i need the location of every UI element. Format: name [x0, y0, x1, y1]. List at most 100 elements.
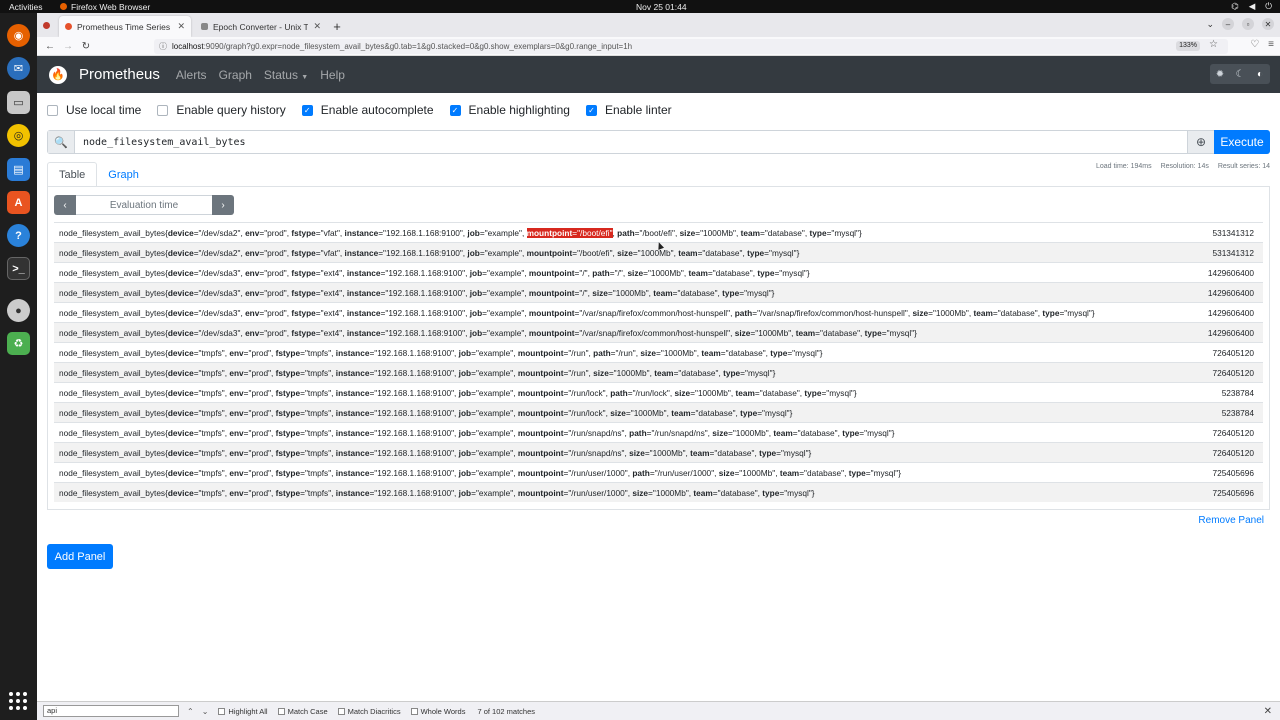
dock-writer-icon[interactable]: ▤: [7, 158, 30, 181]
label-value: 1000Mb: [758, 327, 789, 338]
checkbox[interactable]: [337, 707, 345, 715]
dock-firefox-icon[interactable]: ◉: [7, 24, 30, 47]
label-key: device: [167, 487, 194, 498]
label-pair: instance="192.168.1.168:9100": [335, 427, 455, 438]
highlight-all-option[interactable]: Highlight All: [218, 707, 268, 716]
system-tray[interactable]: ⌬ ◀ ⏻: [1231, 1, 1272, 12]
site-info-icon[interactable]: ⓘ: [159, 41, 167, 52]
option-use-local-time[interactable]: Use local time: [47, 103, 141, 117]
label-value: 192.168.1.168:9100: [388, 307, 463, 318]
label-value: example: [487, 227, 520, 238]
label-key: device: [167, 447, 194, 458]
option-linter[interactable]: ✓ Enable linter: [585, 103, 672, 117]
label-pair: job="example": [469, 267, 525, 278]
label-value: mysql: [787, 487, 809, 498]
tab-epoch-converter[interactable]: Epoch Converter - Unix Ti ✕: [195, 16, 327, 37]
label-key: type: [809, 227, 827, 238]
tab-prometheus[interactable]: Prometheus Time Series ✕: [59, 16, 191, 37]
activities-button[interactable]: Activities: [9, 2, 43, 12]
active-app-menu[interactable]: Firefox Web Browser: [60, 2, 150, 12]
label-value: prod: [251, 487, 269, 498]
match-case-option[interactable]: Match Case: [277, 707, 328, 716]
url-bar[interactable]: ⓘ localhost:9090/graph?g0.expr=node_file…: [154, 39, 1228, 54]
chevron-right-icon[interactable]: ›: [212, 195, 234, 215]
tab-graph[interactable]: Graph: [97, 162, 150, 187]
match-diacritics-option[interactable]: Match Diacritics: [337, 707, 401, 716]
dock-help-icon[interactable]: ?: [7, 224, 30, 247]
execute-button[interactable]: Execute: [1214, 130, 1270, 154]
reload-icon[interactable]: ↻: [77, 41, 95, 52]
nav-alerts[interactable]: Alerts: [176, 68, 207, 82]
find-next-icon[interactable]: ⌄: [202, 707, 209, 716]
menu-icon[interactable]: ≡: [1268, 39, 1274, 50]
table-row: node_filesystem_avail_bytes{device="tmpf…: [54, 422, 1263, 442]
auto-theme-icon[interactable]: ◐: [1250, 64, 1270, 84]
label-value: 1000Mb: [640, 247, 671, 258]
option-highlighting[interactable]: ✓ Enable highlighting: [449, 103, 570, 117]
label-pair: team="database": [693, 487, 758, 498]
forward-icon[interactable]: →: [59, 41, 77, 52]
firefox-view-icon[interactable]: [37, 13, 55, 37]
light-theme-icon[interactable]: ✹: [1210, 64, 1230, 84]
find-previous-icon[interactable]: ⌃: [187, 707, 194, 716]
label-pair: device="tmpfs": [167, 367, 225, 378]
maximize-icon[interactable]: ▫: [1242, 18, 1254, 30]
dock-trash-icon[interactable]: ♻: [7, 332, 30, 355]
option-query-history[interactable]: Enable query history: [157, 103, 286, 117]
add-panel-button[interactable]: Add Panel: [47, 544, 113, 569]
remove-panel-link[interactable]: Remove Panel: [1198, 515, 1264, 526]
close-tab-icon[interactable]: ✕: [313, 21, 321, 32]
checkbox[interactable]: [410, 707, 418, 715]
dock-files-icon[interactable]: ▭: [7, 91, 30, 114]
pocket-icon[interactable]: ♡: [1250, 39, 1259, 50]
checkbox-checked[interactable]: ✓: [449, 104, 461, 116]
new-tab-button[interactable]: +: [327, 16, 347, 37]
label-value: mysql: [889, 327, 912, 338]
back-icon[interactable]: ←: [41, 41, 59, 52]
label-key: env: [229, 447, 244, 458]
checkbox[interactable]: [218, 707, 226, 715]
browser-tab-strip: Prometheus Time Series ✕ Epoch Converter…: [37, 13, 1280, 37]
clock[interactable]: Nov 25 01:44: [636, 2, 687, 12]
label-key: env: [245, 287, 260, 298]
zoom-level[interactable]: 133%: [1176, 41, 1200, 51]
nav-graph[interactable]: Graph: [219, 68, 252, 82]
checkbox[interactable]: [277, 707, 285, 715]
close-tab-icon[interactable]: ✕: [177, 21, 185, 32]
checkbox-checked[interactable]: ✓: [301, 104, 313, 116]
checkbox-checked[interactable]: ✓: [585, 104, 597, 116]
brand[interactable]: 🔥 Prometheus: [49, 65, 160, 84]
evaluation-time-input[interactable]: Evaluation time: [76, 195, 212, 215]
nav-status[interactable]: Status ▼: [264, 68, 308, 82]
minimize-icon[interactable]: –: [1222, 18, 1234, 30]
table-row: node_filesystem_avail_bytes{device="tmpf…: [54, 482, 1263, 502]
option-autocomplete[interactable]: ✓ Enable autocomplete: [301, 103, 434, 117]
list-tabs-icon[interactable]: ⌄: [1206, 19, 1214, 30]
close-find-bar-icon[interactable]: ✕: [1264, 706, 1272, 717]
dock-software-icon[interactable]: A: [7, 191, 30, 214]
toolbar-right: ♡ ≡: [1250, 39, 1274, 50]
bookmark-star-icon[interactable]: ☆: [1209, 39, 1218, 50]
label-key: mountpoint: [517, 387, 564, 398]
tab-table[interactable]: Table: [47, 162, 98, 187]
label-pair: job="example": [469, 287, 525, 298]
label-value: mysql: [782, 267, 804, 278]
close-window-icon[interactable]: ✕: [1262, 18, 1274, 30]
dock-thunderbird-icon[interactable]: ✉: [7, 57, 30, 80]
metrics-explorer-icon[interactable]: ⊕: [1187, 131, 1214, 153]
dark-theme-icon[interactable]: ☾: [1230, 64, 1250, 84]
find-input[interactable]: api: [43, 705, 179, 717]
checkbox[interactable]: [157, 104, 169, 116]
dock-terminal-icon[interactable]: >_: [7, 257, 30, 280]
checkbox[interactable]: [47, 104, 58, 116]
dock-disc-icon[interactable]: ●: [7, 299, 30, 322]
expression-input[interactable]: node_filesystem_avail_bytes: [75, 137, 1187, 148]
nav-help[interactable]: Help: [320, 68, 345, 82]
label-key: path: [734, 307, 753, 318]
chevron-left-icon[interactable]: ‹: [54, 195, 76, 215]
label-pair: type="mysql": [757, 267, 807, 278]
dock-rhythmbox-icon[interactable]: ◎: [7, 124, 30, 147]
show-apps-icon[interactable]: [9, 692, 27, 710]
label-value: prod: [251, 467, 269, 478]
whole-words-option[interactable]: Whole Words: [410, 707, 465, 716]
